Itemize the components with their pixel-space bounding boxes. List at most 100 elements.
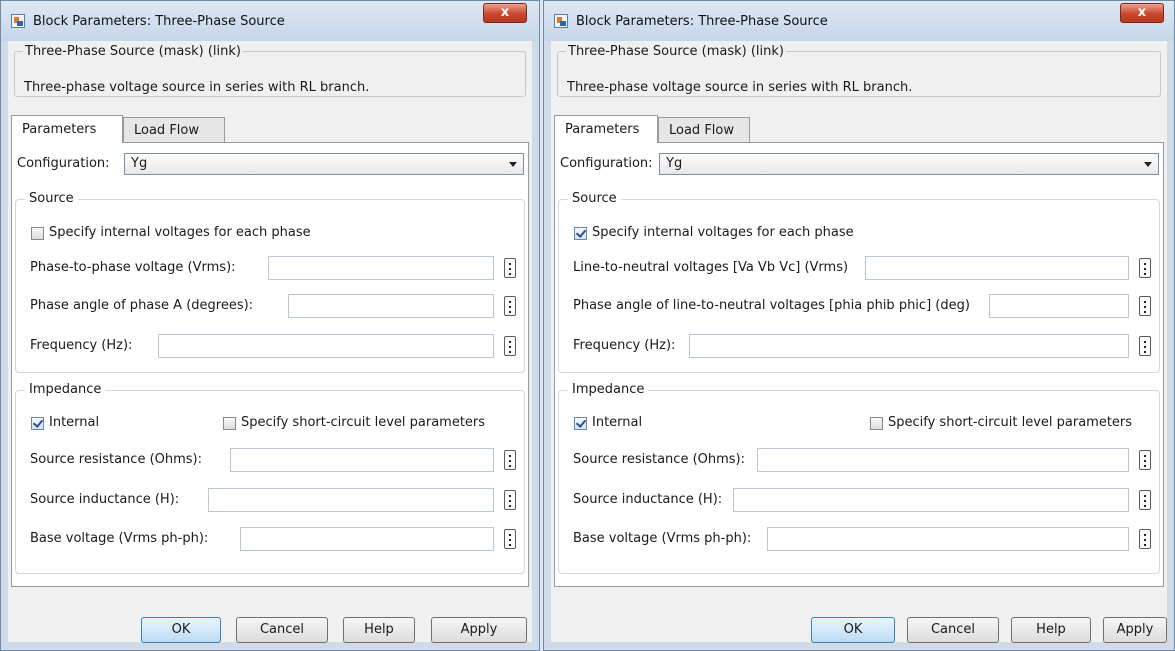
dialog-client: Three-Phase Source (mask) (link) Three-p… — [551, 41, 1167, 643]
more-options-icon[interactable] — [1139, 450, 1151, 470]
param-row-frequency: Frequency (Hz): — [559, 334, 1159, 358]
field-label: Source inductance (H): — [573, 492, 723, 507]
more-options-icon[interactable] — [504, 450, 516, 470]
source-resistance-input[interactable] — [757, 448, 1129, 472]
field-label: Source inductance (H): — [30, 492, 180, 507]
checkbox-label: Specify short-circuit level parameters — [241, 415, 486, 430]
checkbox-label: Specify short-circuit level parameters — [888, 415, 1133, 430]
help-button[interactable]: Help — [1011, 617, 1091, 643]
title-bar[interactable]: Block Parameters: Three-Phase Source x — [544, 1, 1174, 41]
close-button[interactable]: x — [483, 3, 527, 23]
impedance-legend: Impedance — [568, 382, 649, 397]
checkmark-icon — [575, 417, 587, 428]
mask-title: Three-Phase Source (mask) (link) — [566, 44, 786, 59]
block-description: Three-phase voltage source in series wit… — [24, 80, 370, 95]
dialog-client: Three-Phase Source (mask) (link) Three-p… — [8, 41, 532, 643]
source-resistance-input[interactable] — [230, 448, 494, 472]
close-button[interactable]: x — [1120, 3, 1164, 23]
checkmark-icon — [575, 227, 587, 238]
source-inductance-input[interactable] — [208, 488, 494, 512]
base-voltage-input[interactable] — [767, 527, 1129, 551]
ok-button[interactable]: OK — [141, 617, 221, 643]
field-label: Phase-to-phase voltage (Vrms): — [30, 260, 236, 275]
parameters-panel: Configuration: Yg Source Specify interna… — [554, 142, 1164, 587]
frequency-input[interactable] — [689, 334, 1129, 358]
more-options-icon[interactable] — [504, 258, 516, 278]
window-title: Block Parameters: Three-Phase Source — [576, 14, 828, 29]
param-row-frequency: Frequency (Hz): — [16, 334, 524, 358]
param-row-source-inductance: Source inductance (H): — [559, 488, 1159, 512]
field-label: Base voltage (Vrms ph-ph): — [30, 531, 209, 546]
parameters-panel: Configuration: Yg Source Specify interna… — [11, 142, 529, 587]
frequency-input[interactable] — [158, 334, 494, 358]
apply-button[interactable]: Apply — [431, 617, 527, 643]
tab-parameters[interactable]: Parameters — [554, 115, 658, 143]
description-group: Three-Phase Source (mask) (link) Three-p… — [557, 44, 1161, 97]
configuration-label: Configuration: — [560, 156, 653, 171]
chevron-down-icon — [509, 162, 517, 167]
line-to-neutral-voltages-input[interactable] — [865, 256, 1129, 280]
simulink-block-icon — [11, 14, 25, 28]
more-options-icon[interactable] — [1139, 296, 1151, 316]
source-legend: Source — [568, 191, 621, 206]
mask-title: Three-Phase Source (mask) (link) — [23, 44, 243, 59]
checkbox-box[interactable] — [31, 417, 44, 430]
field-label: Source resistance (Ohms): — [573, 452, 746, 467]
param-row-phase-voltage: Phase-to-phase voltage (Vrms): — [16, 256, 524, 280]
field-label: Line-to-neutral voltages [Va Vb Vc] (Vrm… — [573, 260, 849, 275]
tab-load-flow[interactable]: Load Flow — [658, 117, 750, 142]
window-title: Block Parameters: Three-Phase Source — [33, 14, 285, 29]
more-options-icon[interactable] — [1139, 336, 1151, 356]
tab-parameters[interactable]: Parameters — [11, 115, 123, 143]
param-row-phase-angle: Phase angle of phase A (degrees): — [16, 294, 524, 318]
more-options-icon[interactable] — [1139, 490, 1151, 510]
phase-angles-input[interactable] — [989, 294, 1129, 318]
checkbox-box[interactable] — [574, 227, 587, 240]
simulink-block-icon — [554, 14, 568, 28]
param-row-phase-angles: Phase angle of line-to-neutral voltages … — [559, 294, 1159, 318]
phase-angle-input[interactable] — [288, 294, 494, 318]
field-label: Phase angle of phase A (degrees): — [30, 298, 254, 313]
checkbox-box[interactable] — [223, 417, 236, 430]
checkmark-icon — [32, 417, 44, 428]
param-row-base-voltage: Base voltage (Vrms ph-ph): — [16, 527, 524, 551]
cancel-button[interactable]: Cancel — [236, 617, 328, 643]
field-label: Frequency (Hz): — [30, 338, 133, 353]
more-options-icon[interactable] — [504, 296, 516, 316]
field-label: Source resistance (Ohms): — [30, 452, 203, 467]
checkbox-box[interactable] — [574, 417, 587, 430]
checkbox-label: Specify internal voltages for each phase — [49, 225, 311, 240]
more-options-icon[interactable] — [504, 336, 516, 356]
field-label: Base voltage (Vrms ph-ph): — [573, 531, 752, 546]
phase-voltage-input[interactable] — [268, 256, 494, 280]
checkbox-box[interactable] — [870, 417, 883, 430]
more-options-icon[interactable] — [1139, 529, 1151, 549]
description-group: Three-Phase Source (mask) (link) Three-p… — [14, 44, 526, 97]
impedance-group: Impedance Internal Specify short-circuit… — [15, 382, 525, 574]
more-options-icon[interactable] — [504, 490, 516, 510]
configuration-value: Yg — [131, 156, 148, 171]
configuration-dropdown[interactable]: Yg — [124, 153, 524, 175]
field-label: Frequency (Hz): — [573, 338, 676, 353]
impedance-legend: Impedance — [25, 382, 106, 397]
base-voltage-input[interactable] — [240, 527, 494, 551]
title-bar[interactable]: Block Parameters: Three-Phase Source x — [1, 1, 539, 41]
checkbox-box[interactable] — [31, 227, 44, 240]
impedance-group: Impedance Internal Specify short-circuit… — [558, 382, 1160, 574]
source-inductance-input[interactable] — [733, 488, 1129, 512]
param-row-base-voltage: Base voltage (Vrms ph-ph): — [559, 527, 1159, 551]
more-options-icon[interactable] — [1139, 258, 1151, 278]
tab-load-flow[interactable]: Load Flow — [123, 117, 225, 142]
configuration-dropdown[interactable]: Yg — [659, 153, 1159, 175]
more-options-icon[interactable] — [504, 529, 516, 549]
ok-button[interactable]: OK — [811, 617, 895, 643]
param-row-source-resistance: Source resistance (Ohms): — [16, 448, 524, 472]
chevron-down-icon — [1144, 162, 1152, 167]
help-button[interactable]: Help — [343, 617, 415, 643]
field-label: Phase angle of line-to-neutral voltages … — [573, 298, 970, 313]
apply-button[interactable]: Apply — [1103, 617, 1167, 643]
block-parameters-dialog-right: Block Parameters: Three-Phase Source x T… — [543, 0, 1175, 651]
configuration-value: Yg — [666, 156, 683, 171]
cancel-button[interactable]: Cancel — [907, 617, 999, 643]
checkbox-label: Internal — [592, 415, 643, 430]
